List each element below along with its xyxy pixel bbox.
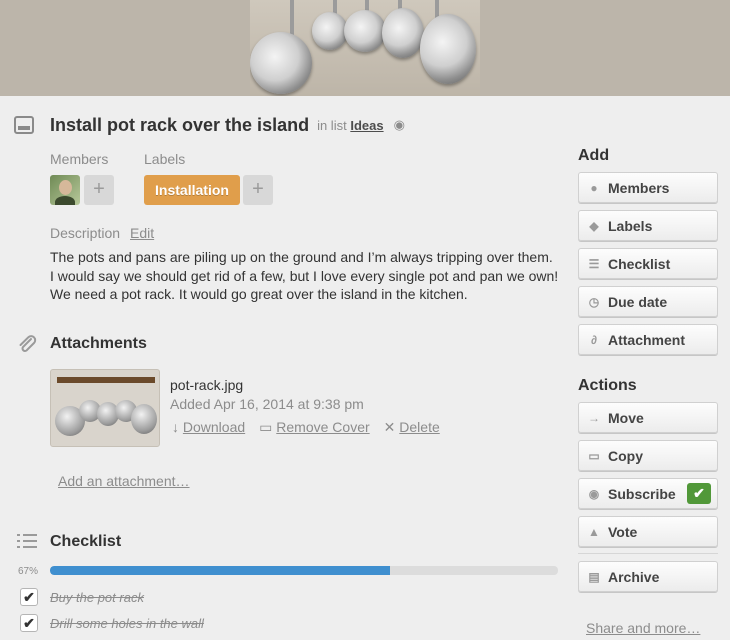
button-label: Attachment [608,331,686,348]
actions-heading: Actions [578,377,637,394]
attachment-filename: pot-rack.jpg [170,377,244,393]
sidebar-divider [578,553,718,554]
members-heading: Members [50,151,109,167]
description-label: Description [50,225,121,241]
remove-cover-link[interactable]: Remove Cover [276,419,369,435]
checklist-item: ✔ Drill some holes in the wall [20,614,204,632]
button-label: Due date [608,293,668,310]
add-member-button[interactable]: + [84,175,114,205]
download-action[interactable]: ↓ Download [172,419,245,436]
add-checklist-button[interactable]: ☰ Checklist [578,248,718,279]
tag-icon: ◆ [589,218,599,233]
card-icon [14,116,34,134]
description-heading: Description Edit [50,225,154,241]
avatar[interactable] [50,175,80,205]
edit-description-link[interactable]: Edit [130,225,154,241]
button-label: Archive [608,568,660,585]
checklist-icon: ☰ [588,256,600,271]
card-title[interactable]: Install pot rack over the island [50,115,309,136]
subscribed-check-icon: ✔ [687,483,711,504]
in-list-prefix: in list [317,117,347,133]
add-label-button[interactable]: + [243,175,273,205]
attachment-actions: ↓ Download ▭ Remove Cover ✕ Delete [172,419,440,436]
thumbs-up-icon: ▲ [588,524,600,539]
button-label: Subscribe [608,485,676,502]
button-label: Vote [608,523,638,540]
person-icon: ● [590,180,598,195]
add-labels-button[interactable]: ◆ Labels [578,210,718,241]
checklist-progress-fill [50,566,391,575]
archive-button[interactable]: ▤ Archive [578,561,718,592]
paperclip-icon [16,333,38,361]
checklist-progress-bar [50,566,558,575]
delete-action[interactable]: ✕ Delete [384,419,440,436]
card-icon: ▭ [588,448,600,463]
button-label: Labels [608,217,653,234]
checklist-item: ✔ Buy the pot rack [20,588,144,606]
attachment-thumbnail[interactable] [50,369,160,447]
checkbox-checked[interactable]: ✔ [20,614,38,632]
card-cover [0,0,730,96]
download-icon: ↓ [172,419,183,435]
share-and-more-link[interactable]: Share and more… [586,620,700,636]
move-button[interactable]: → Move [578,402,718,433]
checklist-item-text[interactable]: Buy the pot rack [50,590,144,605]
cover-image-pots [250,0,480,96]
checklist-heading: Checklist [50,533,122,550]
button-label: Move [608,409,644,426]
copy-button[interactable]: ▭ Copy [578,440,718,471]
card-title-row: Install pot rack over the island in list… [14,112,405,138]
vote-button[interactable]: ▲ Vote [578,516,718,547]
add-due-date-button[interactable]: ◷ Due date [578,286,718,317]
close-icon: ✕ [383,419,400,435]
attachment-date: Added Apr 16, 2014 at 9:38 pm [170,396,364,412]
add-members-button[interactable]: ● Members [578,172,718,203]
arrow-right-icon: → [588,410,600,425]
checklist-percent: 67% [18,566,39,577]
add-attachment-link[interactable]: Add an attachment… [58,473,190,489]
delete-link[interactable]: Delete [399,419,439,435]
description-text[interactable]: The pots and pans are piling up on the g… [50,248,560,304]
card-small-icon: ▭ [259,419,277,435]
add-heading: Add [578,147,610,164]
checklist-icon [16,531,38,557]
checkbox-checked[interactable]: ✔ [20,588,38,606]
attachments-heading: Attachments [50,335,147,352]
button-label: Checklist [608,255,671,272]
subscribe-button[interactable]: ◉ Subscribe ✔ [578,478,718,509]
labels-heading: Labels [144,151,186,167]
remove-cover-action[interactable]: ▭ Remove Cover [259,419,370,436]
list-link[interactable]: Ideas [350,118,383,133]
clock-icon: ◷ [588,294,600,309]
label-installation[interactable]: Installation [144,175,240,205]
in-list-text: in list Ideas [317,118,384,133]
button-label: Copy [608,447,643,464]
button-label: Members [608,179,670,196]
eye-icon: ◉ [588,486,600,501]
paperclip-icon: ∂ [591,332,597,347]
add-attachment-button[interactable]: ∂ Attachment [578,324,718,355]
eye-icon: ◉ [393,117,405,132]
checklist-item-text[interactable]: Drill some holes in the wall [50,616,204,631]
archive-icon: ▤ [588,569,600,584]
download-link[interactable]: Download [183,419,245,435]
